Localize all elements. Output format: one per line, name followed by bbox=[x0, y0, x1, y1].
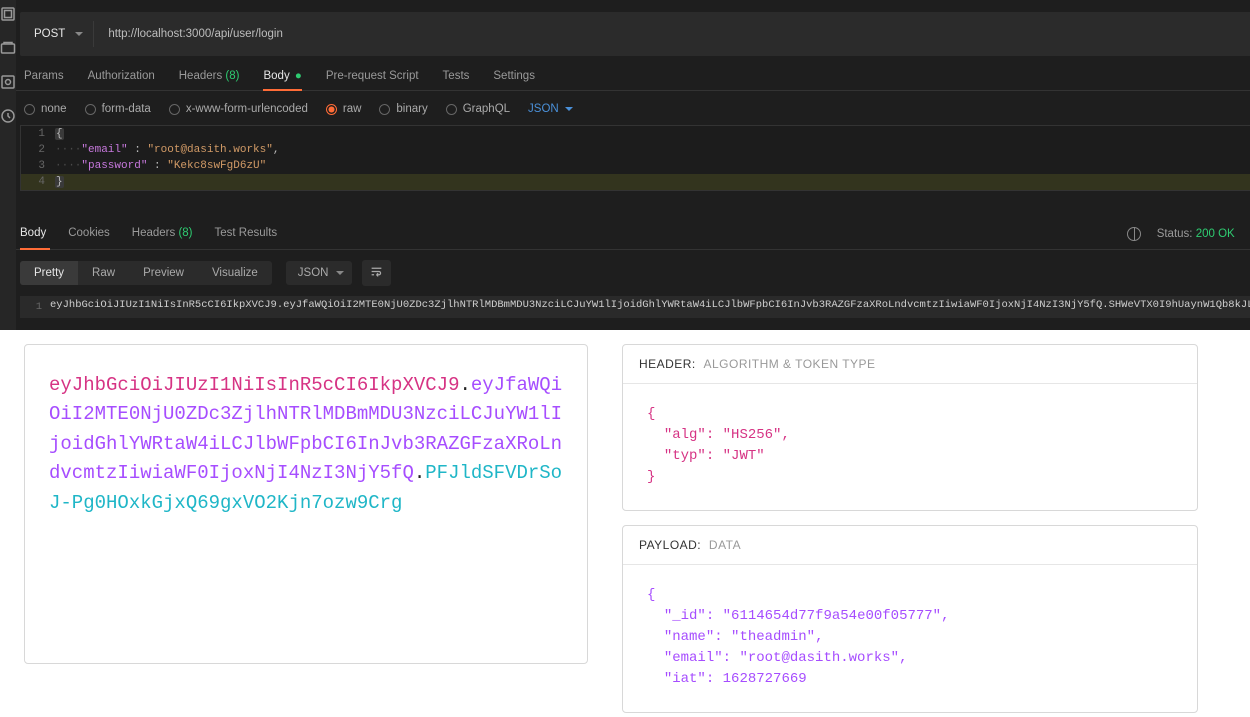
view-preview[interactable]: Preview bbox=[129, 261, 198, 285]
response-format-select[interactable]: JSON bbox=[286, 261, 353, 285]
status-label: Status: bbox=[1157, 228, 1193, 240]
response-token: eyJhbGciOiJIUzI1NiIsInR5cCI6IkpXVCJ9.eyJ… bbox=[50, 299, 1250, 315]
jwt-panel: eyJhbGciOiJIUzI1NiIsInR5cCI6IkpXVCJ9.eyJ… bbox=[0, 330, 1250, 713]
radio-formdata[interactable]: form-data bbox=[85, 103, 151, 115]
radio-binary-label: binary bbox=[396, 103, 427, 115]
radio-xwww[interactable]: x-www-form-urlencoded bbox=[169, 103, 308, 115]
view-pretty[interactable]: Pretty bbox=[20, 261, 78, 285]
left-rail bbox=[0, 0, 16, 330]
response-meta: Status: 200 OK Time: 518 ms Size: 66 bbox=[1127, 227, 1250, 241]
payload-label: PAYLOAD: bbox=[639, 538, 701, 552]
body-type-row: none form-data x-www-form-urlencoded raw… bbox=[16, 91, 1250, 125]
typ-key: "typ" bbox=[664, 448, 706, 464]
radio-none[interactable]: none bbox=[24, 103, 67, 115]
radio-formdata-label: form-data bbox=[102, 103, 151, 115]
email-value: "root@dasith.works" bbox=[739, 650, 899, 666]
resp-tab-tests[interactable]: Test Results bbox=[215, 227, 278, 239]
tab-authorization[interactable]: Authorization bbox=[88, 70, 155, 82]
json-val-password: "Kekc8swFgD6zU" bbox=[167, 160, 266, 172]
api-client-panel: POST http://localhost:3000/api/user/logi… bbox=[0, 0, 1250, 330]
decoded-column: HEADER: ALGORITHM & TOKEN TYPE { "alg": … bbox=[622, 344, 1198, 713]
radio-binary[interactable]: binary bbox=[379, 103, 427, 115]
raw-format-label: JSON bbox=[528, 103, 559, 115]
decoded-payload-body[interactable]: { "_id": "6114654d77f9a54e00f05777", "na… bbox=[623, 565, 1197, 712]
tab-headers-label: Headers bbox=[179, 70, 222, 82]
http-method-select[interactable]: POST bbox=[20, 28, 93, 40]
tab-body-label: Body bbox=[263, 70, 289, 82]
view-raw[interactable]: Raw bbox=[78, 261, 129, 285]
line-number: 1 bbox=[20, 299, 50, 315]
request-bar: POST http://localhost:3000/api/user/logi… bbox=[20, 12, 1250, 56]
id-value: "6114654d77f9a54e00f05777" bbox=[723, 608, 941, 624]
headers-count: (8) bbox=[225, 70, 239, 82]
header-label: HEADER: bbox=[639, 357, 696, 371]
wrap-lines-button[interactable] bbox=[362, 260, 391, 286]
decoded-header-section: HEADER: ALGORITHM & TOKEN TYPE { "alg": … bbox=[622, 344, 1198, 511]
radio-raw-label: raw bbox=[343, 103, 362, 115]
response-tabs: Body Cookies Headers (8) Test Results St… bbox=[16, 191, 1250, 250]
tab-tests[interactable]: Tests bbox=[443, 70, 470, 82]
jwt-header-segment: eyJhbGciOiJIUzI1NiIsInR5cCI6IkpXVCJ9 bbox=[49, 374, 459, 396]
response-body[interactable]: 1 eyJhbGciOiJIUzI1NiIsInR5cCI6IkpXVCJ9.e… bbox=[20, 296, 1250, 318]
status-value: 200 OK bbox=[1196, 228, 1235, 240]
name-key: "name" bbox=[664, 629, 714, 645]
view-mode-segment: Pretty Raw Preview Visualize bbox=[20, 261, 272, 285]
body-modified-dot: ● bbox=[292, 70, 302, 82]
resp-headers-count: (8) bbox=[178, 227, 192, 239]
alg-key: "alg" bbox=[664, 427, 706, 443]
tab-headers[interactable]: Headers (8) bbox=[179, 70, 240, 82]
url-input[interactable]: http://localhost:3000/api/user/login bbox=[94, 28, 1250, 40]
tab-prerequest[interactable]: Pre-request Script bbox=[326, 70, 419, 82]
status-group: Status: 200 OK bbox=[1157, 228, 1235, 240]
chevron-down-icon bbox=[565, 107, 573, 111]
encoded-jwt-card: eyJhbGciOiJIUzI1NiIsInR5cCI6IkpXVCJ9.eyJ… bbox=[24, 344, 588, 664]
tab-body[interactable]: Body ● bbox=[263, 70, 301, 82]
radio-none-label: none bbox=[41, 103, 67, 115]
header-sublabel: ALGORITHM & TOKEN TYPE bbox=[704, 357, 876, 371]
history-icon[interactable] bbox=[0, 108, 16, 124]
globe-icon[interactable] bbox=[1127, 227, 1141, 241]
radio-raw[interactable]: raw bbox=[326, 103, 362, 115]
apis-icon[interactable] bbox=[0, 40, 16, 56]
json-key-password: "password" bbox=[81, 160, 147, 172]
json-val-email: "root@dasith.works" bbox=[147, 144, 272, 156]
decoded-header-title: HEADER: ALGORITHM & TOKEN TYPE bbox=[623, 345, 1197, 384]
resp-tab-body[interactable]: Body bbox=[20, 227, 46, 239]
decoded-header-body[interactable]: { "alg": "HS256", "typ": "JWT"} bbox=[623, 384, 1197, 510]
encoded-jwt[interactable]: eyJhbGciOiJIUzI1NiIsInR5cCI6IkpXVCJ9.eyJ… bbox=[49, 371, 563, 518]
request-body-editor[interactable]: 1{ 2····"email" : "root@dasith.works", 3… bbox=[20, 125, 1250, 191]
radio-graphql[interactable]: GraphQL bbox=[446, 103, 510, 115]
payload-sublabel: DATA bbox=[709, 538, 741, 552]
raw-format-select[interactable]: JSON bbox=[528, 103, 573, 115]
typ-value: "JWT" bbox=[723, 448, 765, 464]
request-tabs: Params Authorization Headers (8) Body ● … bbox=[16, 56, 1250, 91]
radio-xwww-label: x-www-form-urlencoded bbox=[186, 103, 308, 115]
radio-graphql-label: GraphQL bbox=[463, 103, 510, 115]
decoded-payload-title: PAYLOAD: DATA bbox=[623, 526, 1197, 565]
collections-icon[interactable] bbox=[0, 6, 16, 22]
id-key: "_id" bbox=[664, 608, 706, 624]
email-key: "email" bbox=[664, 650, 723, 666]
response-toolbar: Pretty Raw Preview Visualize JSON bbox=[16, 250, 1250, 296]
resp-headers-label: Headers bbox=[132, 227, 175, 239]
json-key-email: "email" bbox=[81, 144, 127, 156]
monitors-icon[interactable] bbox=[0, 74, 16, 90]
resp-tab-cookies[interactable]: Cookies bbox=[68, 227, 110, 239]
view-visualize[interactable]: Visualize bbox=[198, 261, 272, 285]
tab-params[interactable]: Params bbox=[24, 70, 64, 82]
name-value: "theadmin" bbox=[731, 629, 815, 645]
resp-tab-headers[interactable]: Headers (8) bbox=[132, 227, 193, 239]
tab-settings[interactable]: Settings bbox=[493, 70, 535, 82]
alg-value: "HS256" bbox=[723, 427, 782, 443]
